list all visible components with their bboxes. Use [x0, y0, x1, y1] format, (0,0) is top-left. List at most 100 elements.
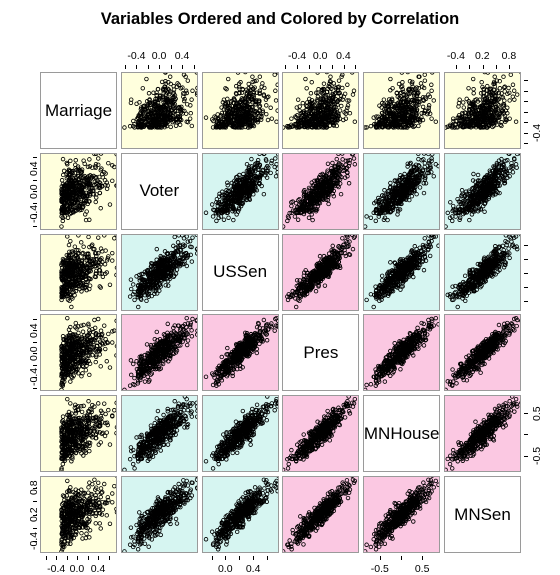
diagonal-panel-mnhouse: MNHouse — [363, 395, 440, 472]
axis-tick — [253, 556, 254, 560]
scatter-points — [445, 235, 520, 310]
axis-tick — [33, 528, 37, 529]
scatter-panel-ussen-vs-marriage — [40, 234, 117, 311]
scatter-points — [283, 154, 358, 229]
variable-label: USSen — [213, 262, 267, 282]
axis-tick — [332, 65, 333, 69]
axis-tick-label-right: 0.5 — [531, 406, 543, 421]
scatter-points — [364, 154, 439, 229]
axis-tick — [496, 65, 497, 69]
scatter-panel-pres-vs-voter — [121, 314, 198, 391]
scatter-panel-mnsen-vs-pres — [282, 476, 359, 553]
scatter-panel-voter-vs-mnhouse — [363, 153, 440, 230]
scatter-panel-mnsen-vs-ussen — [202, 476, 279, 553]
scatter-panel-pres-vs-mnhouse — [363, 314, 440, 391]
axis-tick — [148, 65, 149, 69]
axis-tick — [46, 556, 47, 560]
axis-tick — [33, 226, 37, 227]
scatter-panel-mnhouse-vs-mnsen — [444, 395, 521, 472]
scatter-points — [445, 315, 520, 390]
axis-tick — [67, 556, 68, 560]
axis-tick — [33, 388, 37, 389]
axis-tick — [33, 180, 37, 181]
axis-tick — [267, 556, 268, 560]
scatter-panel-marriage-vs-pres — [282, 72, 359, 149]
scatter-points — [122, 396, 197, 471]
variable-label: Voter — [139, 181, 179, 201]
axis-tick-label-top: -0.4 — [127, 50, 145, 62]
axis-tick — [524, 259, 528, 260]
axis-tick — [509, 65, 510, 69]
axis-tick — [33, 342, 37, 343]
scatter-panel-voter-vs-pres — [282, 153, 359, 230]
axis-tick — [194, 65, 195, 69]
scatter-points — [122, 477, 197, 552]
axis-tick — [182, 65, 183, 69]
axis-tick-label-top: -0.4 — [288, 50, 306, 62]
diagonal-panel-pres: Pres — [282, 314, 359, 391]
scatter-points — [122, 315, 197, 390]
scatter-panel-pres-vs-mnsen — [444, 314, 521, 391]
scatter-panel-voter-vs-mnsen — [444, 153, 521, 230]
axis-tick-label-bottom: -0.4 — [47, 563, 65, 575]
axis-tick — [33, 157, 37, 158]
axis-tick — [239, 556, 240, 560]
variable-label: MNSen — [454, 505, 511, 525]
scatter-panel-ussen-vs-mnsen — [444, 234, 521, 311]
axis-tick — [422, 556, 423, 560]
scatter-points — [122, 73, 197, 148]
scatter-panel-ussen-vs-voter — [121, 234, 198, 311]
scatter-panel-pres-vs-ussen — [202, 314, 279, 391]
axis-tick-label-top: 0.4 — [336, 50, 351, 62]
axis-tick — [320, 65, 321, 69]
axis-tick-label-left: 0.0 — [28, 346, 40, 361]
axis-tick-label-bottom: 0.4 — [91, 563, 106, 575]
axis-tick — [524, 287, 528, 288]
scatter-panel-ussen-vs-mnhouse — [363, 234, 440, 311]
scatter-panel-mnhouse-vs-pres — [282, 395, 359, 472]
axis-tick — [171, 65, 172, 69]
scatter-panel-mnhouse-vs-voter — [121, 395, 198, 472]
axis-tick-label-top: -0.4 — [447, 50, 465, 62]
axis-tick-label-bottom: 0.0 — [70, 563, 85, 575]
axis-tick — [33, 365, 37, 366]
axis-tick — [285, 65, 286, 69]
scatter-points — [445, 154, 520, 229]
scatter-points — [41, 477, 116, 552]
scatter-panel-marriage-vs-mnsen — [444, 72, 521, 149]
axis-tick — [524, 122, 528, 123]
axis-tick-label-left: 0.8 — [28, 481, 40, 496]
scatter-points — [122, 235, 197, 310]
scatter-panel-marriage-vs-voter — [121, 72, 198, 149]
scatter-points — [364, 73, 439, 148]
scatter-points — [364, 477, 439, 552]
axis-tick — [524, 133, 528, 134]
scatter-points — [41, 315, 116, 390]
scatter-panel-marriage-vs-mnhouse — [363, 72, 440, 149]
axis-tick-label-right: -0.4 — [531, 124, 543, 142]
scatter-panel-pres-vs-marriage — [40, 314, 117, 391]
scatter-panel-mnhouse-vs-marriage — [40, 395, 117, 472]
axis-tick — [33, 203, 37, 204]
axis-tick — [524, 101, 528, 102]
axis-tick — [524, 91, 528, 92]
axis-tick — [225, 556, 226, 560]
scatter-points — [41, 235, 116, 310]
scatter-panel-marriage-vs-ussen — [202, 72, 279, 149]
axis-tick-label-bottom: 0.4 — [246, 563, 261, 575]
diagonal-panel-voter: Voter — [121, 153, 198, 230]
axis-tick — [88, 556, 89, 560]
axis-tick — [524, 143, 528, 144]
axis-tick-label-right: -0.5 — [531, 447, 543, 465]
axis-tick — [98, 556, 99, 560]
axis-tick — [159, 65, 160, 69]
axis-tick-label-left: 0.4 — [28, 161, 40, 176]
scatterplot-matrix-figure: Variables Ordered and Colored by Correla… — [0, 0, 560, 560]
diagonal-panel-ussen: USSen — [202, 234, 279, 311]
scatter-points — [41, 154, 116, 229]
axis-tick — [212, 556, 213, 560]
scatter-points — [203, 477, 278, 552]
diagonal-panel-marriage: Marriage — [40, 72, 117, 149]
axis-tick — [309, 65, 310, 69]
scatter-points — [203, 73, 278, 148]
